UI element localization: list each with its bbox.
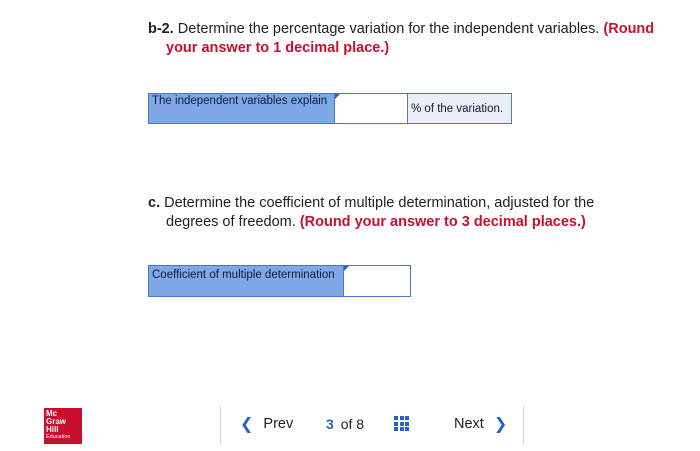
page-indicator: 3 of 8	[326, 416, 364, 432]
answer-label: Coefficient of multiple determination	[148, 265, 344, 297]
round-instruction: (Round your answer to 3 decimal places.)	[299, 214, 586, 230]
round-instruction: (Round	[603, 21, 655, 37]
answer-suffix: % of the variation.	[408, 93, 512, 124]
question-text-cont: degrees of freedom. (Round your answer t…	[148, 213, 668, 232]
current-page: 3	[326, 416, 334, 432]
answer-row-c: Coefficient of multiple determination	[148, 265, 411, 297]
question-number: c.	[148, 195, 161, 211]
chevron-right-icon: ❯	[493, 416, 508, 433]
logo-line: Hill	[46, 425, 59, 434]
next-label: Next	[454, 416, 484, 432]
grid-icon[interactable]	[394, 416, 409, 431]
question-b2: b-2. Determine the percentage variation …	[148, 20, 668, 58]
prev-button[interactable]: ❮ Prev	[240, 414, 293, 434]
question-text: Determine the percentage variation for t…	[173, 21, 600, 37]
divider	[523, 406, 524, 444]
question-number: b-2.	[148, 21, 174, 37]
prev-label: Prev	[263, 416, 294, 432]
coefficient-input[interactable]	[344, 265, 411, 297]
question-text-line2: degrees of freedom.	[166, 214, 296, 230]
mcgraw-hill-logo: Mc Graw Hill Education	[44, 408, 82, 444]
divider	[220, 406, 221, 444]
logo-line: Education	[46, 434, 71, 440]
chevron-left-icon: ❮	[240, 416, 254, 433]
answer-row-b2: The independent variables explain % of t…	[148, 93, 512, 124]
next-button[interactable]: Next ❯	[454, 414, 507, 434]
round-instruction-cont: your answer to 1 decimal place.)	[166, 40, 390, 56]
question-text: Determine the coefficient of multiple de…	[160, 195, 595, 211]
answer-label: The independent variables explain	[148, 93, 335, 124]
question-c: c. Determine the coefficient of multiple…	[148, 194, 668, 232]
page-total: of 8	[340, 416, 365, 432]
percentage-input[interactable]	[335, 93, 408, 124]
